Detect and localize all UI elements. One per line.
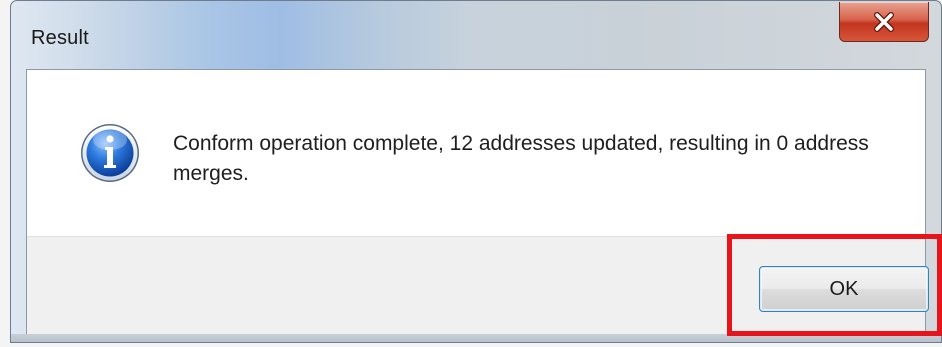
screenshot: Result Conform operation complete, 12 ad… [0,0,942,347]
window-title: Result [31,27,89,49]
title-bar[interactable]: Result [11,1,941,69]
button-bar: OK [27,236,929,335]
info-icon [81,124,139,182]
dialog-message: Conform operation complete, 12 addresses… [173,132,869,185]
dialog-body: Conform operation complete, 12 addresses… [26,69,929,336]
close-button[interactable] [839,2,929,42]
dialog-window: Result Conform operation complete, 12 ad… [10,0,942,343]
message-area: Conform operation complete, 12 addresses… [27,70,925,236]
close-icon [874,11,894,32]
ok-button[interactable]: OK [759,266,929,312]
